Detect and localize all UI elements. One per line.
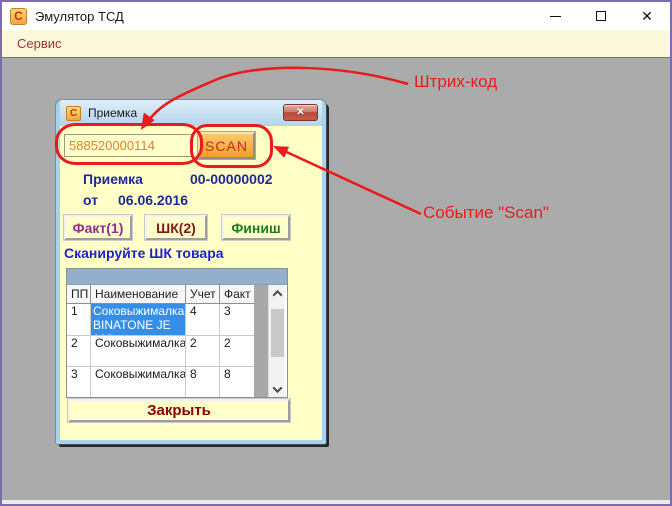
scrollbar-down-button[interactable] <box>269 381 285 397</box>
screen: С Эмулятор ТСД ✕ Сервис С Приемка ✕ SCAN… <box>0 0 672 506</box>
menu-bar: Сервис <box>2 30 670 57</box>
close-dialog-button[interactable]: Закрыть <box>68 399 290 422</box>
dialog-titlebar[interactable]: С Приемка ✕ <box>60 100 322 126</box>
table-row-3-fakt[interactable]: 8 <box>220 367 254 397</box>
doc-number-line: Приемка 00-00000002 <box>60 171 322 187</box>
scrollbar-thumb[interactable] <box>271 309 284 357</box>
table-top-strip <box>67 269 287 285</box>
fact-button[interactable]: Факт(1) <box>64 215 132 240</box>
table-row-1-pp[interactable]: 1 <box>67 304 91 336</box>
table-body: ПП Наименование Учет Факт 1 Соковыжималк… <box>67 285 287 397</box>
doc-from-label: от <box>83 192 98 208</box>
app-titlebar: С Эмулятор ТСД ✕ <box>2 2 670 30</box>
chevron-up-icon <box>272 289 282 299</box>
menu-item-servis[interactable]: Сервис <box>17 36 62 51</box>
dialog-title: Приемка <box>88 106 137 120</box>
table-row-3-name[interactable]: Соковыжималка <box>91 367 186 397</box>
close-button[interactable]: ✕ <box>624 2 670 30</box>
table-row-2-name[interactable]: Соковыжималка <box>91 336 186 367</box>
scrollbar-up-button[interactable] <box>269 285 285 301</box>
shk-button[interactable]: ШК(2) <box>145 215 207 240</box>
table-row-3-pp[interactable]: 3 <box>67 367 91 397</box>
scan-prompt: Сканируйте ШК товара <box>64 245 224 261</box>
doc-label: Приемка <box>83 171 143 187</box>
col-header-name[interactable]: Наименование <box>91 285 186 304</box>
window-controls: ✕ <box>532 2 670 30</box>
items-table: ПП Наименование Учет Факт 1 Соковыжималк… <box>66 268 288 398</box>
maximize-button[interactable] <box>578 2 624 30</box>
table-scrollbar[interactable] <box>268 285 285 397</box>
dialog-body: SCAN Приемка 00-00000002 от 06.06.2016 Ф… <box>60 126 322 440</box>
doc-number: 00-00000002 <box>190 171 273 187</box>
doc-date: 06.06.2016 <box>118 192 188 208</box>
table-row-1-uchet[interactable]: 4 <box>186 304 220 336</box>
table-row-1-name[interactable]: Соковыжималка BINATONE JE 102 <box>91 304 186 336</box>
barcode-input[interactable] <box>64 134 192 157</box>
window-title: Эмулятор ТСД <box>35 9 532 24</box>
minimize-button[interactable] <box>532 2 578 30</box>
chevron-down-icon <box>272 383 282 393</box>
scan-button[interactable]: SCAN <box>198 132 255 159</box>
finish-button[interactable]: Финиш <box>222 215 290 240</box>
table-grid: ПП Наименование Учет Факт 1 Соковыжималк… <box>67 285 254 397</box>
doc-date-line: от 06.06.2016 <box>60 192 322 208</box>
col-header-pp[interactable]: ПП <box>67 285 91 304</box>
table-row-2-uchet[interactable]: 2 <box>186 336 220 367</box>
table-row-3-uchet[interactable]: 8 <box>186 367 220 397</box>
app-logo-icon: С <box>10 8 27 25</box>
col-header-fakt[interactable]: Факт <box>220 285 254 304</box>
priemka-dialog: С Приемка ✕ SCAN Приемка 00-00000002 от … <box>56 100 326 444</box>
table-row-2-pp[interactable]: 2 <box>67 336 91 367</box>
window-bottom-strip <box>2 500 670 504</box>
col-header-uchet[interactable]: Учет <box>186 285 220 304</box>
dialog-logo-icon: С <box>66 106 81 121</box>
close-icon: ✕ <box>641 9 653 23</box>
table-filler-column <box>254 285 268 397</box>
dialog-close-button[interactable]: ✕ <box>283 104 318 121</box>
maximize-icon <box>596 11 606 21</box>
table-row-1-fakt[interactable]: 3 <box>220 304 254 336</box>
minimize-icon <box>550 16 561 17</box>
table-row-2-fakt[interactable]: 2 <box>220 336 254 367</box>
